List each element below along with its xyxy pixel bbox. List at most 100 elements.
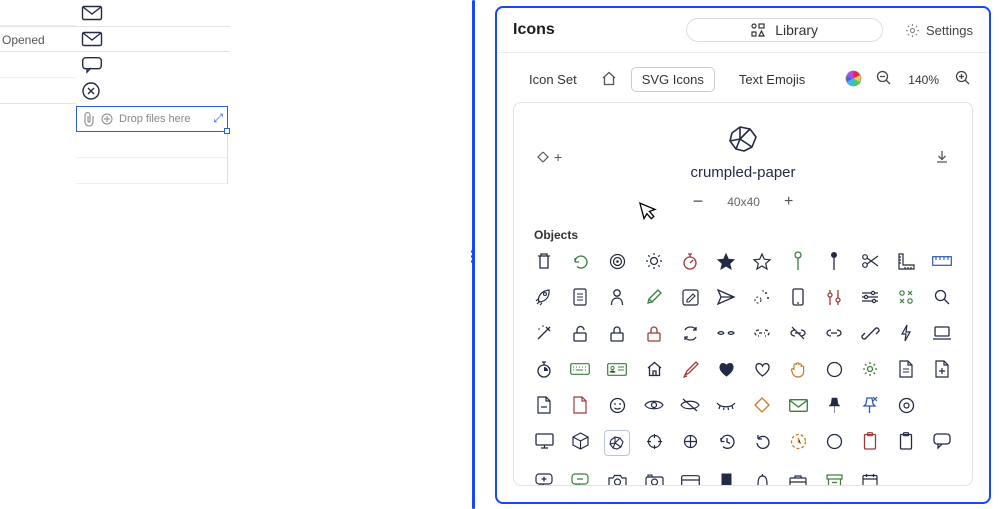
clock-dashed-icon[interactable] [787, 430, 809, 452]
clipboard-list-icon[interactable] [569, 286, 591, 308]
pin-outline-icon[interactable] [787, 250, 809, 272]
panel-divider[interactable] [470, 0, 476, 509]
sliders-h-icon[interactable] [859, 286, 881, 308]
home-icon[interactable] [601, 71, 617, 89]
icon-grid [532, 250, 954, 486]
archive-icon[interactable] [823, 470, 845, 486]
diamond-icon[interactable] [751, 394, 773, 416]
doc-lines-icon[interactable] [895, 358, 917, 380]
cube-icon[interactable] [569, 430, 591, 452]
history-icon[interactable] [715, 430, 737, 452]
keyboard-icon[interactable] [569, 358, 591, 380]
ruler-corner-icon[interactable] [895, 250, 917, 272]
hand-icon[interactable] [787, 358, 809, 380]
library-button[interactable]: Library [686, 18, 883, 42]
circle-icon[interactable] [823, 358, 845, 380]
star-filled-icon[interactable] [715, 250, 737, 272]
crumpled-paper-icon[interactable] [604, 430, 630, 456]
pin-x-icon[interactable] [859, 394, 881, 416]
star-icon[interactable] [751, 250, 773, 272]
chat-bubble-icon[interactable] [931, 430, 953, 452]
chat-plus-icon[interactable] [533, 470, 555, 486]
tab-icon-set[interactable]: Icon Set [519, 68, 587, 91]
mail-grid-icon[interactable] [787, 394, 809, 416]
pushpin-icon[interactable] [823, 394, 845, 416]
rocket-icon[interactable] [533, 286, 555, 308]
link-icon[interactable] [823, 322, 845, 344]
bell-icon[interactable] [751, 470, 773, 486]
drop-files-field[interactable]: Drop files here ⤢ [76, 106, 228, 132]
settings-button[interactable]: Settings [905, 23, 973, 38]
clipboard-icon[interactable] [859, 430, 881, 452]
note-edit-icon[interactable] [679, 286, 701, 308]
monitor-icon[interactable] [533, 430, 555, 452]
search-icon[interactable] [931, 286, 953, 308]
wand-icon[interactable] [533, 322, 555, 344]
eye-icon[interactable] [643, 394, 665, 416]
tab-svg-icons[interactable]: SVG Icons [631, 67, 715, 92]
calendar-icon[interactable] [859, 470, 881, 486]
eye-off-icon[interactable] [679, 394, 701, 416]
insert-button[interactable]: + [536, 149, 562, 165]
lock-icon[interactable] [606, 322, 628, 344]
heart-filled-icon[interactable] [715, 358, 737, 380]
home-grid-icon[interactable] [643, 358, 665, 380]
sun-icon[interactable] [643, 250, 665, 272]
laptop-icon[interactable] [931, 322, 953, 344]
grid-off-icon[interactable] [895, 286, 917, 308]
bookmark-icon[interactable] [715, 470, 737, 486]
zoom-out-button[interactable] [876, 70, 892, 89]
phone-icon[interactable] [787, 286, 809, 308]
sliders-v-icon[interactable] [823, 286, 845, 308]
bolt-icon[interactable] [895, 322, 917, 344]
color-wheel-button[interactable] [845, 70, 862, 90]
resize-handle[interactable] [224, 128, 230, 134]
expand-icon[interactable]: ⤢ [213, 111, 223, 126]
brush-icon[interactable] [679, 358, 701, 380]
gear-green-icon[interactable] [859, 358, 881, 380]
size-plus[interactable]: + [784, 193, 793, 211]
pencil-icon[interactable] [643, 286, 665, 308]
link-dashed-icon[interactable] [751, 322, 773, 344]
download-button[interactable] [934, 149, 950, 165]
link-off-icon[interactable] [787, 322, 809, 344]
size-minus[interactable]: − [693, 191, 704, 212]
smile-icon[interactable] [606, 394, 628, 416]
doc-minus-icon[interactable] [533, 394, 555, 416]
crosshair-icon[interactable] [643, 430, 665, 452]
sparkle-icon[interactable] [751, 286, 773, 308]
camera-icon[interactable] [606, 470, 628, 486]
crosshair-center-icon[interactable] [679, 430, 701, 452]
lock-open-icon[interactable] [569, 322, 591, 344]
zoom-in-button[interactable] [955, 70, 971, 89]
heart-icon[interactable] [751, 358, 773, 380]
link-broken-icon[interactable] [715, 322, 737, 344]
lock-red-icon[interactable] [643, 322, 665, 344]
reload-icon[interactable] [569, 250, 591, 272]
doc-plus-icon[interactable] [931, 358, 953, 380]
circle-outline-icon[interactable] [823, 430, 845, 452]
timer-icon[interactable] [533, 358, 555, 380]
trash-icon[interactable] [533, 250, 555, 272]
camera-alt-icon[interactable] [643, 470, 665, 486]
id-card-icon[interactable] [606, 358, 628, 380]
stopwatch-icon[interactable] [679, 250, 701, 272]
doc-icon[interactable] [569, 394, 591, 416]
person-icon[interactable] [606, 286, 628, 308]
clipboard-blank-icon[interactable] [895, 430, 917, 452]
card-icon[interactable] [679, 470, 701, 486]
refresh-icon[interactable] [679, 322, 701, 344]
chat-minus-icon[interactable] [569, 470, 591, 486]
briefcase-icon[interactable] [787, 470, 809, 486]
close-circle-icon [76, 78, 230, 104]
target-icon[interactable] [606, 250, 628, 272]
tab-text-emojis[interactable]: Text Emojis [729, 68, 815, 91]
eyelashes-icon[interactable] [715, 394, 737, 416]
rotate-ccw-icon[interactable] [751, 430, 773, 452]
send-icon[interactable] [715, 286, 737, 308]
pin-filled-icon[interactable] [823, 250, 845, 272]
disc-icon[interactable] [895, 394, 917, 416]
scissors-icon[interactable] [859, 250, 881, 272]
chain-icon[interactable] [859, 322, 881, 344]
ruler-icon[interactable] [931, 250, 953, 272]
